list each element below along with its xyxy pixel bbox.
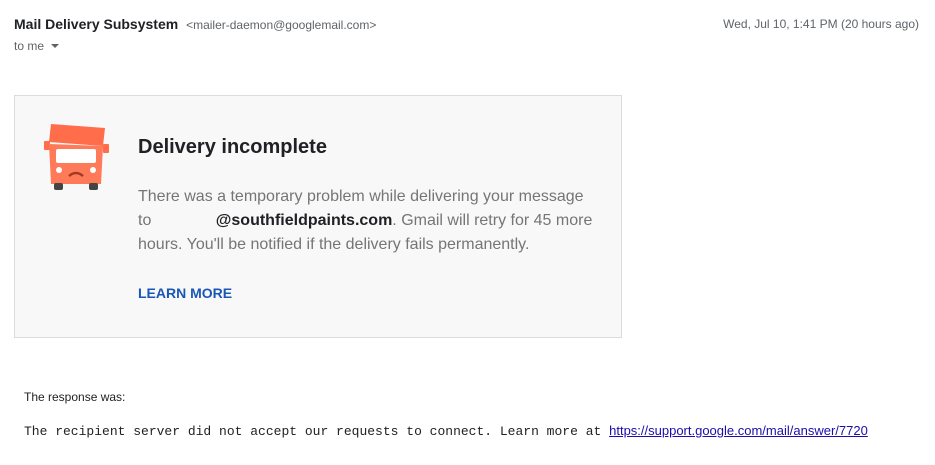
card-body: There was a temporary problem while deli… <box>138 185 598 257</box>
sender-email: <mailer-daemon@googlemail.com> <box>186 18 377 32</box>
sender[interactable]: Mail Delivery Subsystem <mailer-daemon@g… <box>14 16 376 32</box>
recipient-label: to me <box>14 39 45 53</box>
message-date: Wed, Jul 10, 1:41 PM (20 hours ago) <box>723 17 919 31</box>
message-header: Mail Delivery Subsystem <mailer-daemon@g… <box>14 16 919 56</box>
sender-name[interactable]: Mail Delivery Subsystem <box>14 16 178 32</box>
response-label: The response was: <box>24 390 126 404</box>
response-text: The recipient server did not accept our … <box>24 424 610 439</box>
recipient-domain: @southfieldpaints.com <box>215 212 393 229</box>
delivery-truck-icon <box>44 124 109 190</box>
card-title: Delivery incomplete <box>138 136 327 158</box>
response-text-line: The recipient server did not accept our … <box>24 423 868 439</box>
caret-down-icon[interactable] <box>51 44 60 48</box>
delivery-status-card: Delivery incomplete There was a temporar… <box>14 95 622 338</box>
recipient-details-toggle[interactable]: to me <box>14 39 60 53</box>
support-link[interactable]: https://support.google.com/mail/answer/7… <box>609 423 868 438</box>
learn-more-link[interactable]: LEARN MORE <box>138 285 232 301</box>
